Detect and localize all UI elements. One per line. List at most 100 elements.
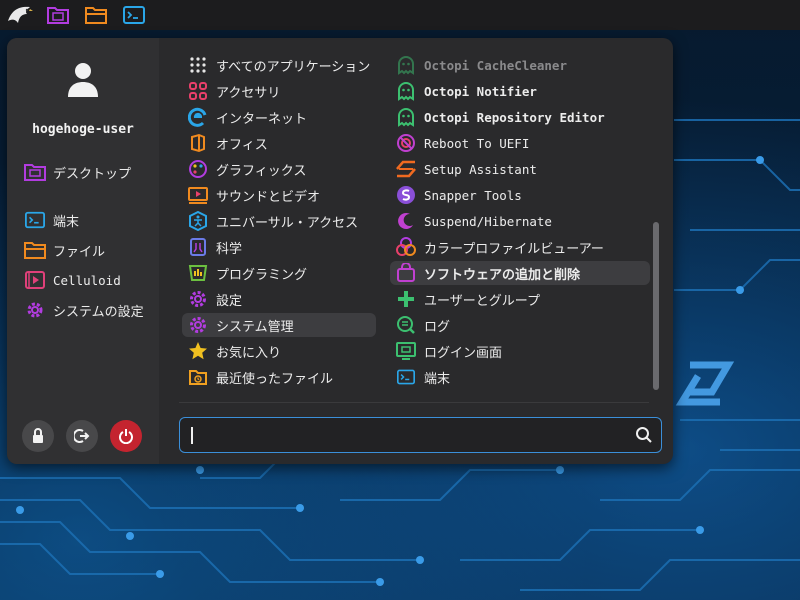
app-setup-assistant[interactable]: Setup Assistant <box>390 157 650 181</box>
app-label: Octopi CacheCleaner <box>424 57 567 73</box>
garuda-logo-icon <box>675 361 735 406</box>
application-menu: hogehoge-user デスクトップ 端末 ファイル Celluloid シ… <box>7 38 673 464</box>
app-suspend-hibernate[interactable]: Suspend/Hibernate <box>390 209 650 233</box>
reboot-uefi-icon <box>395 132 417 154</box>
grid-icon <box>187 54 209 76</box>
users-groups-icon <box>395 288 417 310</box>
sidebar-item-celluloid[interactable]: Celluloid <box>23 268 121 292</box>
app-octopi-cachecleaner[interactable]: Octopi CacheCleaner <box>390 53 650 77</box>
category-universal-access[interactable]: ユニバーサル・アクセス <box>182 209 376 233</box>
accessories-icon <box>187 80 209 102</box>
app-log[interactable]: ログ <box>390 313 650 337</box>
category-programming[interactable]: プログラミング <box>182 261 376 285</box>
app-label: ソフトウェアの追加と削除 <box>424 267 581 283</box>
power-button[interactable] <box>110 420 142 452</box>
file-manager-purple-icon[interactable] <box>44 2 72 28</box>
app-label: ユーザーとグループ <box>424 293 540 309</box>
folder-orange-icon[interactable] <box>82 2 110 28</box>
menu-sidebar: hogehoge-user デスクトップ 端末 ファイル Celluloid シ… <box>7 38 159 464</box>
sidebar-item-terminal[interactable]: 端末 <box>23 208 79 232</box>
color-profile-icon <box>395 236 417 258</box>
search-icon[interactable] <box>635 426 653 444</box>
app-add-remove-software[interactable]: ソフトウェアの追加と削除 <box>390 261 650 285</box>
software-bag-icon <box>395 262 417 284</box>
category-label: サウンドとビデオ <box>216 189 321 205</box>
snapper-icon <box>395 184 417 206</box>
category-graphics[interactable]: グラフィックス <box>182 157 376 181</box>
top-panel <box>0 0 800 30</box>
logout-button[interactable] <box>66 420 98 452</box>
graphics-icon <box>187 158 209 180</box>
settings-gear-icon <box>23 298 47 322</box>
app-octopi-repository-editor[interactable]: Octopi Repository Editor <box>390 105 650 129</box>
category-system-administration[interactable]: システム管理 <box>182 313 376 337</box>
sidebar-item-label: ファイル <box>53 244 106 260</box>
settings-icon <box>187 288 209 310</box>
category-all-applications[interactable]: すべてのアプリケーション <box>182 53 376 77</box>
search-box[interactable] <box>179 417 662 453</box>
app-label: Suspend/Hibernate <box>424 213 552 229</box>
programming-icon <box>187 262 209 284</box>
office-icon <box>187 132 209 154</box>
sidebar-item-desktop[interactable]: デスクトップ <box>23 160 131 184</box>
category-office[interactable]: オフィス <box>182 131 376 155</box>
log-viewer-icon <box>395 314 417 336</box>
terminal-icon[interactable] <box>120 2 148 28</box>
category-label: お気に入り <box>216 345 282 361</box>
app-snapper-tools[interactable]: Snapper Tools <box>390 183 650 207</box>
app-label: Octopi Notifier <box>424 83 537 99</box>
category-label: アクセサリ <box>216 85 281 101</box>
app-label: Octopi Repository Editor <box>424 109 605 125</box>
app-label: ログイン画面 <box>424 345 503 361</box>
category-label: すべてのアプリケーション <box>216 59 371 75</box>
power-icon <box>119 429 133 444</box>
category-favorites[interactable]: お気に入り <box>182 339 376 363</box>
category-label: システム管理 <box>216 319 294 335</box>
sidebar-item-label: Celluloid <box>53 272 121 288</box>
category-internet[interactable]: インターネット <box>182 105 376 129</box>
desktop-folder-icon <box>23 160 47 184</box>
category-label: オフィス <box>216 137 268 153</box>
app-login-screen[interactable]: ログイン画面 <box>390 339 650 363</box>
app-list-scrollbar[interactable] <box>653 222 659 390</box>
app-reboot-to-uefi[interactable]: Reboot To UEFI <box>390 131 650 155</box>
text-caret <box>191 427 193 444</box>
multimedia-icon <box>187 184 209 206</box>
lock-button[interactable] <box>22 420 54 452</box>
search-input[interactable] <box>190 424 630 448</box>
octopi-icon <box>395 80 417 102</box>
recent-files-icon <box>187 366 209 388</box>
favorites-star-icon <box>187 340 209 362</box>
octopi-icon <box>395 54 417 76</box>
sidebar-item-label: システムの設定 <box>53 304 144 320</box>
sidebar-item-system-settings[interactable]: システムの設定 <box>23 298 144 322</box>
username-label: hogehoge-user <box>32 122 134 137</box>
app-octopi-notifier[interactable]: Octopi Notifier <box>390 79 650 103</box>
sidebar-item-label: 端末 <box>53 214 80 230</box>
terminal-icon <box>23 208 47 232</box>
app-label: Setup Assistant <box>424 161 537 177</box>
category-label: 科学 <box>216 241 243 257</box>
category-label: ユニバーサル・アクセス <box>216 215 359 231</box>
category-label: プログラミング <box>216 267 308 283</box>
category-settings[interactable]: 設定 <box>182 287 376 311</box>
app-label: ログ <box>424 319 451 335</box>
eagle-logo-icon[interactable] <box>6 2 34 28</box>
accessibility-icon <box>187 210 209 232</box>
category-science[interactable]: 科学 <box>182 235 376 259</box>
system-admin-icon <box>187 314 209 336</box>
category-sound-video[interactable]: サウンドとビデオ <box>182 183 376 207</box>
user-avatar-icon[interactable] <box>63 60 103 100</box>
folder-icon <box>23 238 47 262</box>
internet-icon <box>187 106 209 128</box>
video-player-icon <box>23 268 47 292</box>
octopi-icon <box>395 106 417 128</box>
sidebar-item-files[interactable]: ファイル <box>23 238 105 262</box>
app-terminal[interactable]: 端末 <box>390 365 650 389</box>
app-color-profile-viewer[interactable]: カラープロファイルビューアー <box>390 235 650 259</box>
divider <box>179 402 649 403</box>
logout-icon <box>74 429 90 443</box>
app-users-and-groups[interactable]: ユーザーとグループ <box>390 287 650 311</box>
category-accessories[interactable]: アクセサリ <box>182 79 376 103</box>
category-recent-files[interactable]: 最近使ったファイル <box>182 365 376 389</box>
